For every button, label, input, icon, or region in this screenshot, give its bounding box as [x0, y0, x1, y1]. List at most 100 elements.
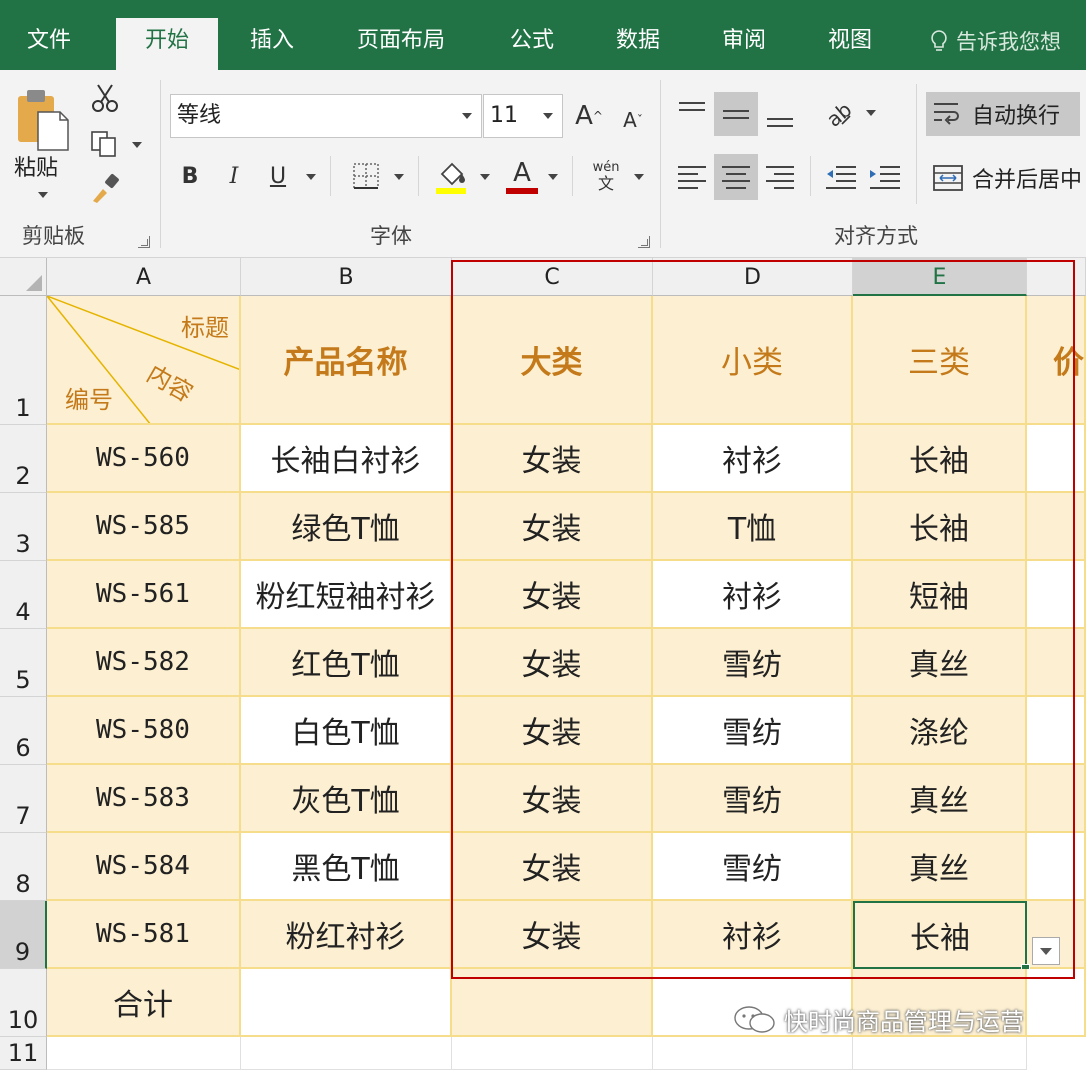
table-cell[interactable]: WS-584	[47, 833, 241, 901]
paste-dropdown-arrow[interactable]	[38, 192, 48, 198]
borders-icon[interactable]	[346, 158, 386, 194]
tab-page-layout[interactable]: 页面布局	[336, 0, 466, 70]
table-cell[interactable]	[241, 969, 452, 1037]
font-dialog-launcher-icon[interactable]	[638, 236, 650, 248]
table-cell[interactable]: 女装	[452, 561, 653, 629]
tab-data[interactable]: 数据	[594, 0, 682, 70]
table-cell[interactable]: 女装	[452, 629, 653, 697]
decrease-indent-icon[interactable]	[820, 156, 862, 198]
table-cell[interactable]: 女装	[452, 833, 653, 901]
table-cell[interactable]: WS-582	[47, 629, 241, 697]
table-cell[interactable]	[853, 1037, 1027, 1070]
table-cell[interactable]: 黑色T恤	[241, 833, 452, 901]
font-name-dropdown-arrow[interactable]	[462, 113, 472, 119]
table-cell[interactable]: 雪纺	[653, 833, 853, 901]
tab-view[interactable]: 视图	[806, 0, 894, 70]
align-right-icon[interactable]	[760, 156, 800, 198]
column-header-d[interactable]: D	[653, 258, 853, 296]
row-header-6[interactable]: 6	[0, 697, 47, 765]
format-painter-icon[interactable]	[86, 172, 124, 206]
table-cell[interactable]: 红色T恤	[241, 629, 452, 697]
merge-center-button[interactable]: 合并后居中	[926, 156, 1086, 200]
header-cell-d[interactable]: 小类	[653, 296, 853, 425]
table-cell[interactable]: 粉红短袖衬衫	[241, 561, 452, 629]
tab-formulas[interactable]: 公式	[488, 0, 576, 70]
row-header-5[interactable]: 5	[0, 629, 47, 697]
column-header-f[interactable]	[1027, 258, 1086, 296]
tab-file[interactable]: 文件	[0, 0, 98, 70]
fill-color-dropdown-arrow[interactable]	[480, 174, 490, 180]
copy-dropdown-arrow[interactable]	[132, 142, 142, 148]
table-cell[interactable]: 长袖	[853, 425, 1027, 493]
table-cell[interactable]: 真丝	[853, 629, 1027, 697]
table-cell[interactable]: 女装	[452, 901, 653, 969]
table-cell[interactable]: WS-560	[47, 425, 241, 493]
cut-icon[interactable]	[88, 82, 122, 114]
table-cell[interactable]: 衬衫	[653, 561, 853, 629]
table-cell[interactable]: 长袖白衬衫	[241, 425, 452, 493]
table-cell[interactable]: 雪纺	[653, 629, 853, 697]
table-cell[interactable]: 粉红衬衫	[241, 901, 452, 969]
row-header-4[interactable]: 4	[0, 561, 47, 629]
column-header-b[interactable]: B	[241, 258, 452, 296]
font-color-dropdown-arrow[interactable]	[548, 174, 558, 180]
table-cell[interactable]	[653, 1037, 853, 1070]
table-cell[interactable]: WS-585	[47, 493, 241, 561]
align-left-icon[interactable]	[672, 156, 712, 198]
header-cell-f[interactable]: 价	[1027, 296, 1086, 425]
table-cell[interactable]: 长袖	[853, 493, 1027, 561]
underline-button[interactable]: U	[262, 158, 294, 194]
table-cell[interactable]: 绿色T恤	[241, 493, 452, 561]
font-name-box[interactable]: 等线	[170, 94, 482, 138]
font-color-button[interactable]: A	[502, 154, 542, 198]
table-cell[interactable]	[1027, 833, 1086, 901]
underline-dropdown-arrow[interactable]	[306, 174, 316, 180]
borders-dropdown-arrow[interactable]	[394, 174, 404, 180]
table-cell[interactable]: 女装	[452, 765, 653, 833]
table-cell[interactable]: 短袖	[853, 561, 1027, 629]
row-header-8[interactable]: 8	[0, 833, 47, 901]
row-header-11[interactable]: 11	[0, 1037, 47, 1070]
grow-font-button[interactable]: A ^	[572, 96, 606, 136]
autofill-options-button[interactable]	[1032, 937, 1060, 965]
table-cell[interactable]	[1027, 561, 1086, 629]
table-cell[interactable]: WS-581	[47, 901, 241, 969]
table-cell[interactable]	[1027, 697, 1086, 765]
worksheet-grid[interactable]: A B C D E 1 2 3 4 5 6 7 8 9 10 11 标题 内容 …	[0, 258, 1086, 1070]
phonetic-guide-button[interactable]: wén 文	[584, 156, 628, 198]
table-cell[interactable]: 真丝	[853, 833, 1027, 901]
table-cell[interactable]: 雪纺	[653, 697, 853, 765]
italic-button[interactable]: I	[218, 158, 250, 194]
table-cell[interactable]	[452, 969, 653, 1037]
clipboard-dialog-launcher-icon[interactable]	[138, 236, 150, 248]
table-cell[interactable]: 衬衫	[653, 901, 853, 969]
table-cell[interactable]: WS-583	[47, 765, 241, 833]
align-middle-icon[interactable]	[714, 92, 758, 136]
align-top-icon[interactable]	[672, 92, 712, 134]
table-cell[interactable]	[241, 1037, 452, 1070]
table-cell[interactable]	[1027, 493, 1086, 561]
table-cell[interactable]: 雪纺	[653, 765, 853, 833]
diagonal-header-cell[interactable]: 标题 内容 编号	[47, 296, 241, 425]
tab-review[interactable]: 审阅	[700, 0, 788, 70]
row-header-10[interactable]: 10	[0, 969, 47, 1037]
select-all-button[interactable]	[0, 258, 47, 296]
table-cell[interactable]: 真丝	[853, 765, 1027, 833]
orientation-icon[interactable]: ab	[818, 94, 858, 134]
tab-home[interactable]: 开始	[116, 18, 218, 70]
table-cell[interactable]: 合计	[47, 969, 241, 1037]
table-cell[interactable]	[452, 1037, 653, 1070]
phonetic-dropdown-arrow[interactable]	[634, 174, 644, 180]
row-header-7[interactable]: 7	[0, 765, 47, 833]
table-cell[interactable]	[1027, 765, 1086, 833]
align-center-icon[interactable]	[714, 154, 758, 200]
bold-button[interactable]: B	[174, 158, 206, 194]
orientation-dropdown-arrow[interactable]	[866, 110, 876, 116]
row-header-1[interactable]: 1	[0, 296, 47, 425]
table-cell[interactable]	[47, 1037, 241, 1070]
copy-icon[interactable]	[86, 128, 122, 160]
paste-icon[interactable]	[10, 84, 74, 154]
column-header-c[interactable]: C	[452, 258, 653, 296]
table-cell[interactable]	[1027, 629, 1086, 697]
align-bottom-icon[interactable]	[760, 92, 800, 134]
